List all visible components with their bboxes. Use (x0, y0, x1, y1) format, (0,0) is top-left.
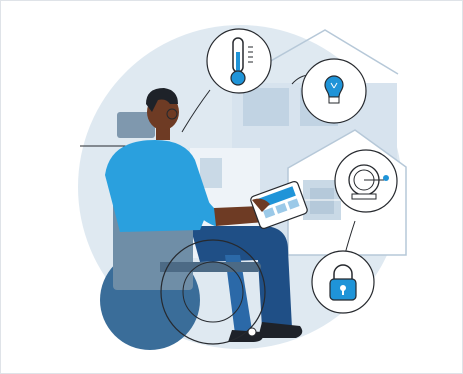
lightbulb-icon (301, 58, 367, 124)
smart-home-accessibility-illustration (78, 25, 407, 350)
thermometer-icon (206, 28, 272, 94)
lock-icon (311, 250, 375, 314)
bell-icon (334, 149, 398, 213)
